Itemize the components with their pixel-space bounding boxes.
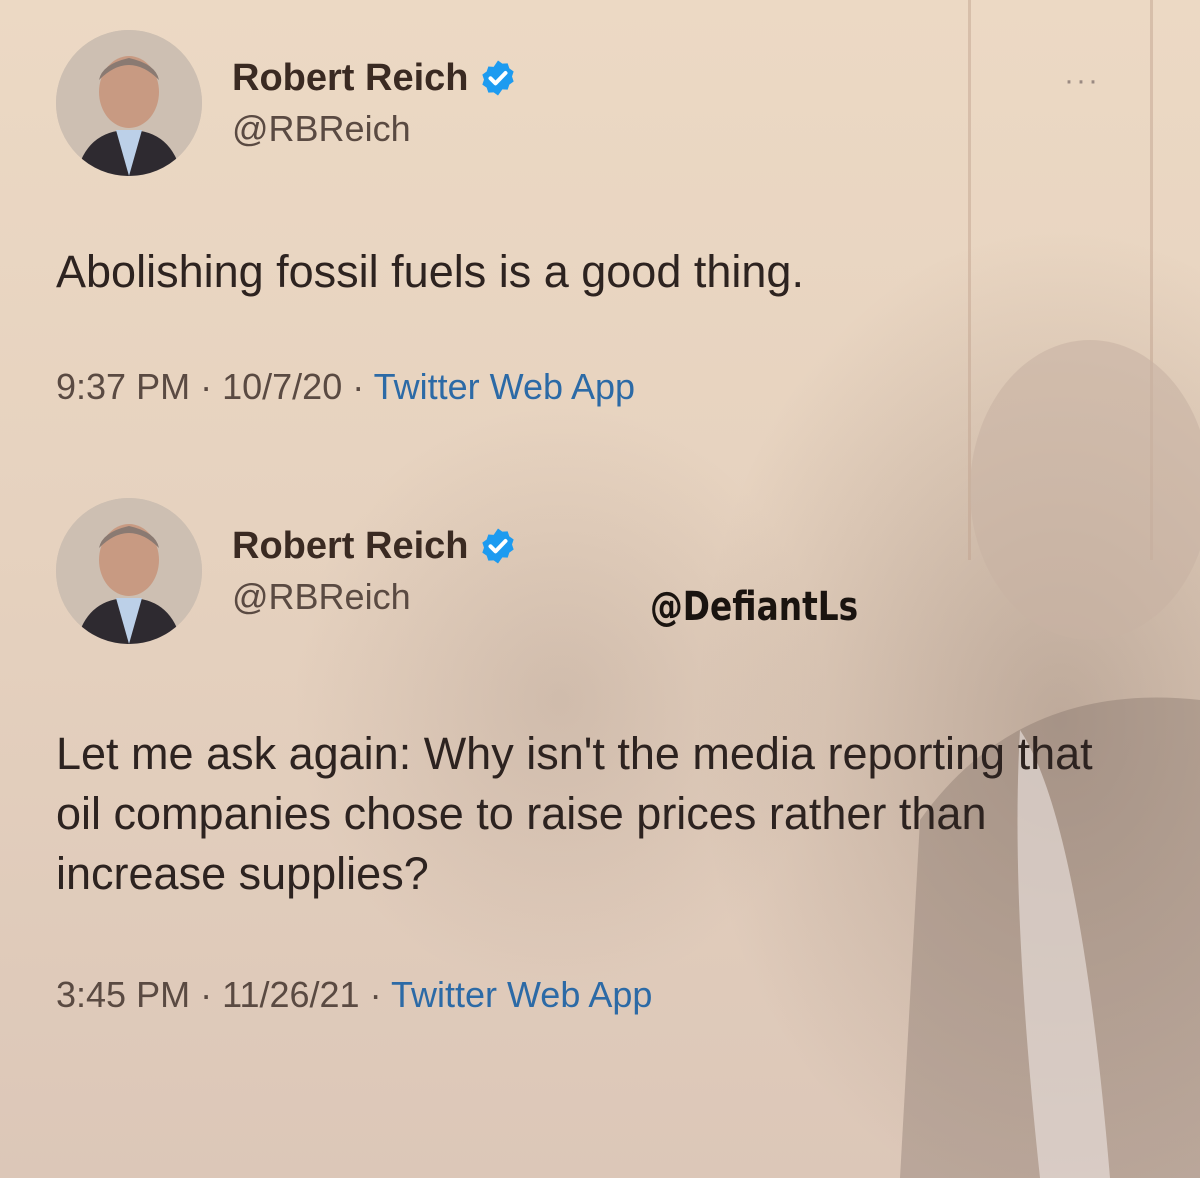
verified-badge-icon [482,60,515,96]
tweet-text: Let me ask again: Why isn't the media re… [56,728,1093,899]
more-options-icon[interactable]: ··· [1064,64,1100,98]
author-name[interactable]: Robert Reich [232,57,468,100]
author-handle[interactable]: @RBReich [232,108,518,150]
author-name[interactable]: Robert Reich [232,525,468,568]
tweet-date[interactable]: 10/7/20 [222,366,342,407]
meta-separator: · [369,974,382,1015]
author-name-row: Robert Reich [232,57,518,100]
verified-badge-icon [482,528,515,564]
meta-separator: · [200,366,213,407]
author-name-row: Robert Reich [232,525,518,568]
tweet-header: Robert Reich @RBReich [56,496,1160,646]
tweet-time[interactable]: 3:45 PM [56,974,190,1015]
author-info: Robert Reich @RBReich [232,525,518,618]
avatar-image [56,498,202,644]
avatar[interactable] [56,30,202,176]
tweet-text: Abolishing fossil fuels is a good thing. [56,246,804,297]
tweet-card: Robert Reich @RBReich ··· Abolishing fos… [56,28,1160,408]
avatar[interactable] [56,498,202,644]
watermark: @DefiantLs [650,584,859,630]
tweet-source-link[interactable]: Twitter Web App [374,366,635,407]
tweet-meta: 3:45 PM · 11/26/21 · Twitter Web App [56,974,1160,1016]
tweet-source-link[interactable]: Twitter Web App [391,974,652,1015]
meta-separator: · [352,366,365,407]
author-handle[interactable]: @RBReich [232,576,518,618]
tweet-card: Robert Reich @RBReich Let me ask again: … [56,496,1160,1016]
tweet-time[interactable]: 9:37 PM [56,366,190,407]
tweet-date[interactable]: 11/26/21 [222,974,359,1015]
tweet-meta: 9:37 PM · 10/7/20 · Twitter Web App [56,366,1160,408]
meta-separator: · [200,974,213,1015]
tweet-header: Robert Reich @RBReich [56,28,1160,178]
avatar-image [56,30,202,176]
author-info: Robert Reich @RBReich [232,57,518,150]
